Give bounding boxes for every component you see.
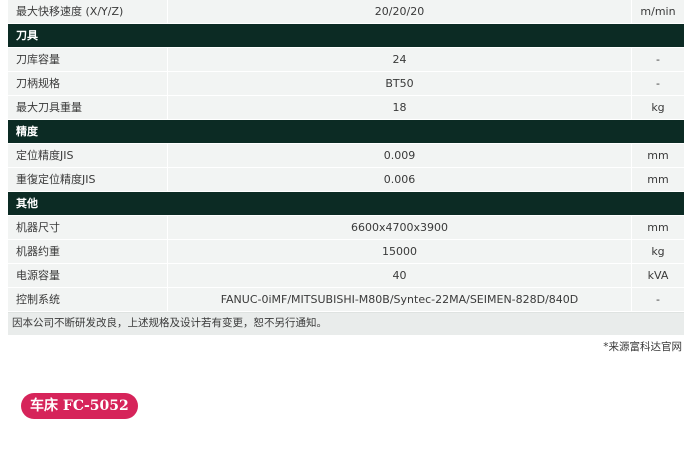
- spec-unit: -: [632, 72, 684, 95]
- spec-value: 15000: [168, 240, 632, 263]
- section-header-tooling: 刀具: [8, 24, 684, 48]
- spec-value: 6600x4700x3900: [168, 216, 632, 239]
- spec-label: 机器约重: [8, 240, 168, 263]
- spec-row: 机器尺寸 6600x4700x3900 mm: [8, 216, 684, 240]
- spec-value: FANUC-0iMF/MITSUBISHI-M80B/Syntec-22MA/S…: [168, 288, 632, 311]
- spec-label: 控制系统: [8, 288, 168, 311]
- section-header-other: 其他: [8, 192, 684, 216]
- spec-unit: mm: [632, 144, 684, 167]
- spec-unit: m/min: [632, 0, 684, 23]
- spec-row: 最大刀具重量 18 kg: [8, 96, 684, 120]
- spec-row: 电源容量 40 kVA: [8, 264, 684, 288]
- product-title-badge: 车床 FC-5052: [21, 393, 138, 419]
- spec-value: 20/20/20: [168, 0, 632, 23]
- spec-row-max-rapid-speed: 最大快移速度 (X/Y/Z) 20/20/20 m/min: [8, 0, 684, 24]
- spec-unit: -: [632, 288, 684, 311]
- spec-label: 最大刀具重量: [8, 96, 168, 119]
- section-header-precision: 精度: [8, 120, 684, 144]
- spec-unit: kg: [632, 240, 684, 263]
- source-note: *来源富科达官网: [603, 341, 682, 353]
- spec-value: 0.006: [168, 168, 632, 191]
- spec-label: 机器尺寸: [8, 216, 168, 239]
- spec-label: 定位精度JIS: [8, 144, 168, 167]
- spec-label: 刀柄规格: [8, 72, 168, 95]
- spec-unit: mm: [632, 216, 684, 239]
- spec-label: 重復定位精度JIS: [8, 168, 168, 191]
- spec-unit: kVA: [632, 264, 684, 287]
- spec-value: BT50: [168, 72, 632, 95]
- spec-row: 控制系统 FANUC-0iMF/MITSUBISHI-M80B/Syntec-2…: [8, 288, 684, 312]
- spec-row: 刀库容量 24 -: [8, 48, 684, 72]
- spec-row: 机器约重 15000 kg: [8, 240, 684, 264]
- spec-unit: -: [632, 48, 684, 71]
- spec-table: 最大快移速度 (X/Y/Z) 20/20/20 m/min 刀具 刀库容量 24…: [8, 0, 684, 335]
- spec-unit: kg: [632, 96, 684, 119]
- spec-row: 定位精度JIS 0.009 mm: [8, 144, 684, 168]
- spec-value: 24: [168, 48, 632, 71]
- spec-unit: mm: [632, 168, 684, 191]
- spec-footnote: 因本公司不断研发改良，上述规格及设计若有变更，恕不另行通知。: [8, 312, 684, 335]
- spec-value: 40: [168, 264, 632, 287]
- spec-label: 刀库容量: [8, 48, 168, 71]
- spec-value: 18: [168, 96, 632, 119]
- spec-label: 最大快移速度 (X/Y/Z): [8, 0, 168, 23]
- spec-label: 电源容量: [8, 264, 168, 287]
- spec-row: 重復定位精度JIS 0.006 mm: [8, 168, 684, 192]
- spec-value: 0.009: [168, 144, 632, 167]
- spec-row: 刀柄规格 BT50 -: [8, 72, 684, 96]
